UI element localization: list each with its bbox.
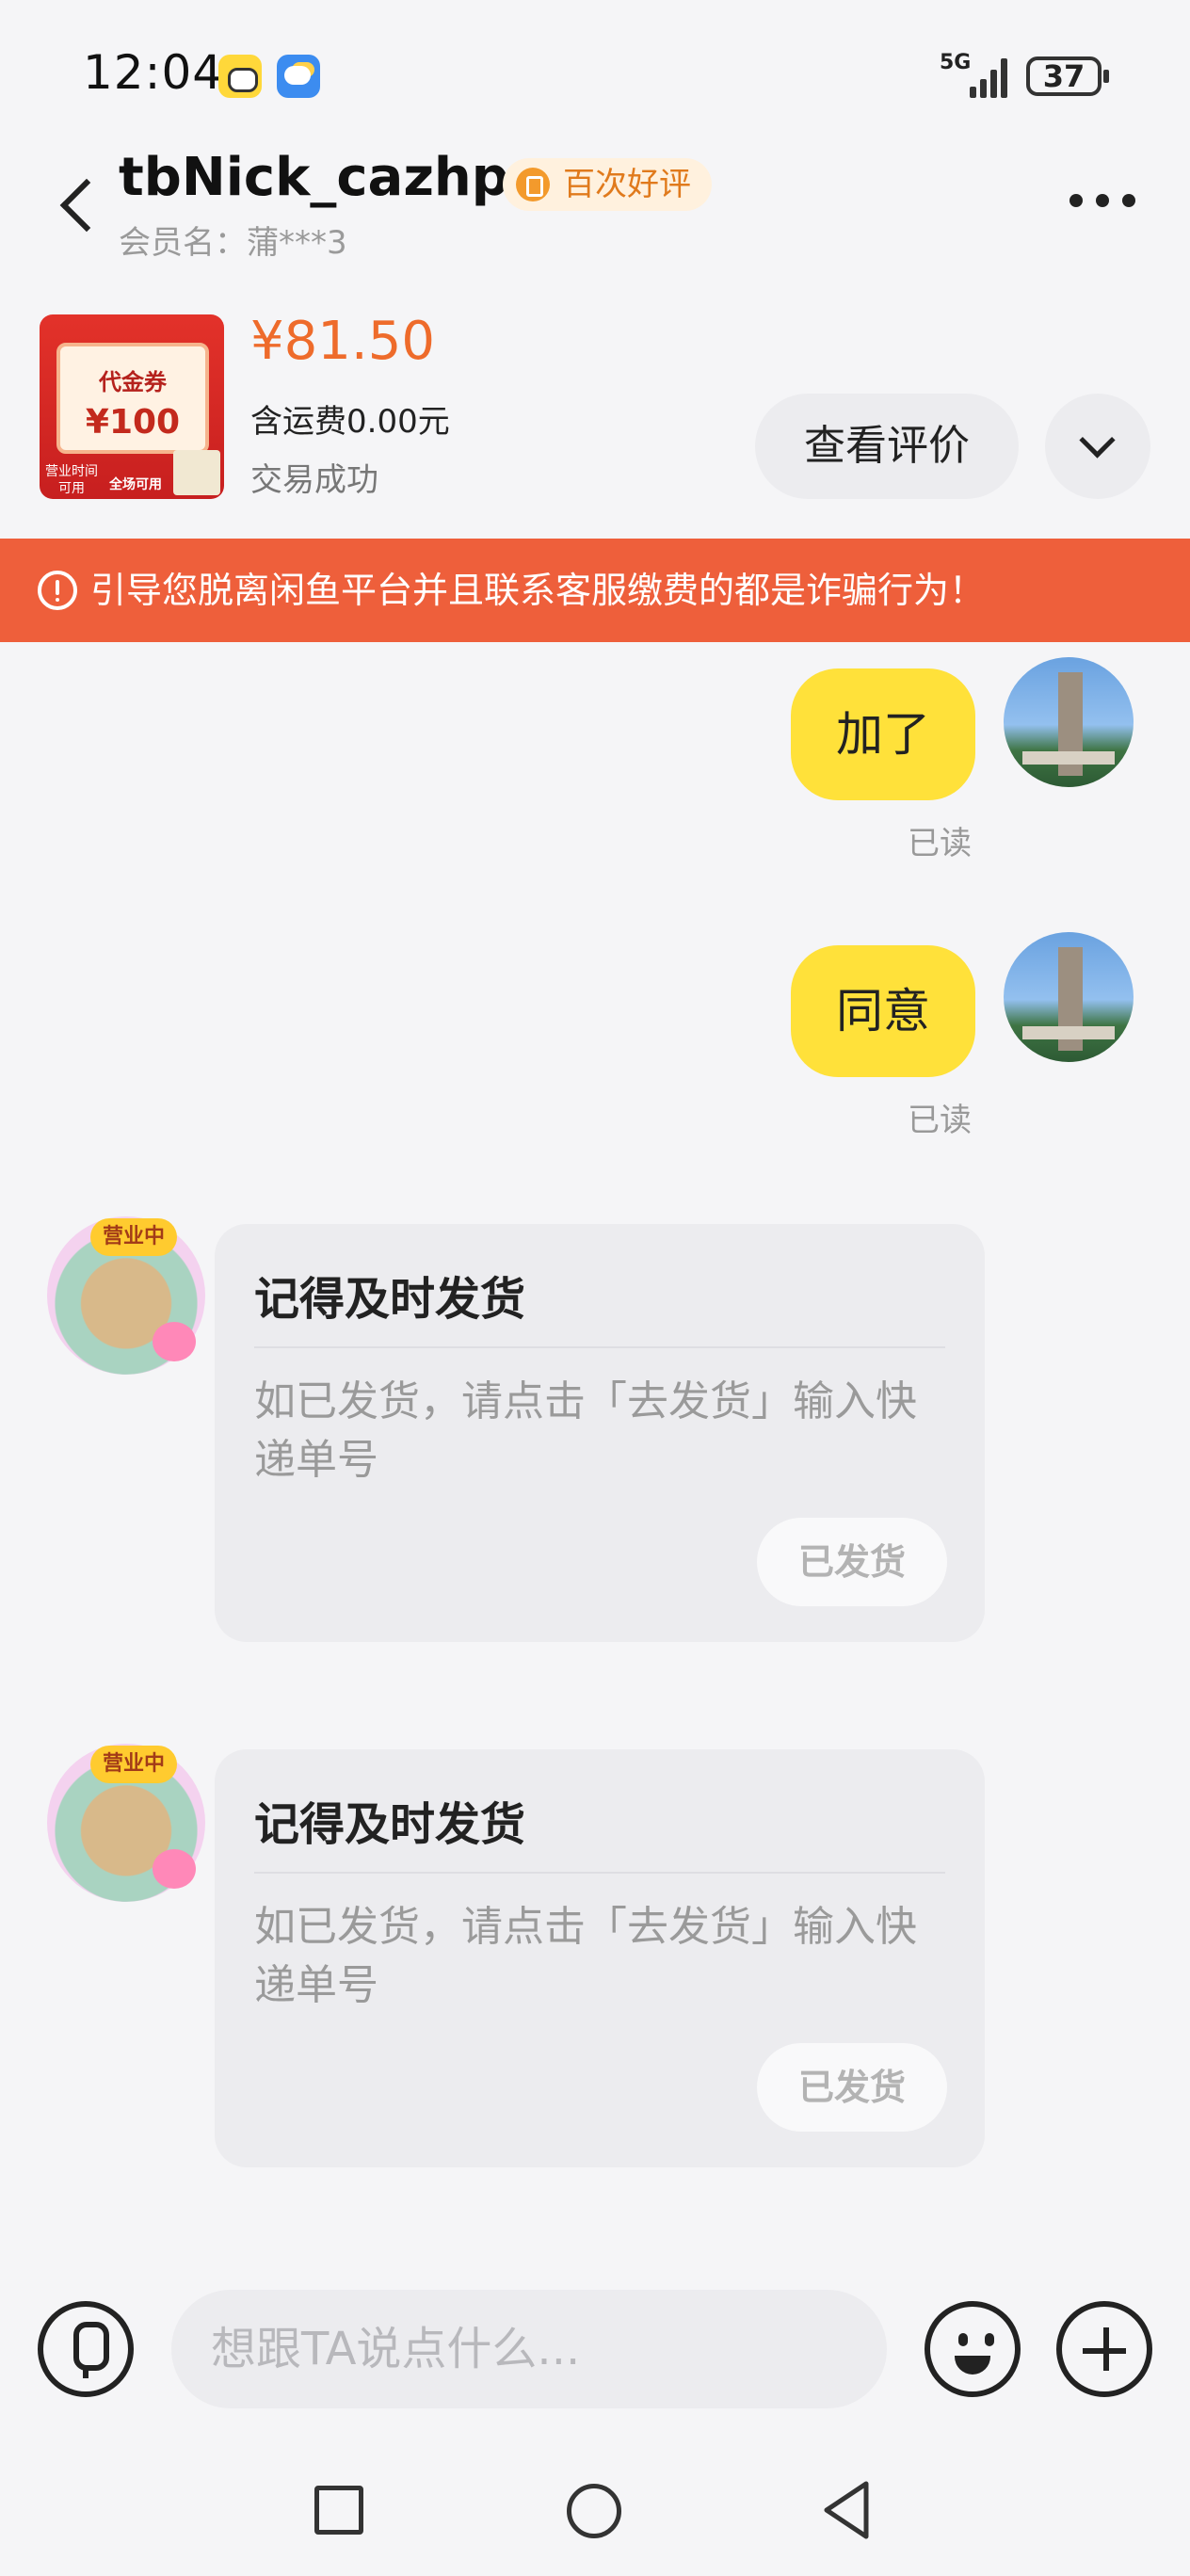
shipped-button[interactable]: 已发货 [757, 2043, 947, 2132]
warning-icon [38, 571, 77, 610]
back-nav-icon[interactable] [821, 2480, 874, 2540]
mascot-icon [153, 1322, 196, 1361]
status-bar: 12:04 5G 37 [0, 0, 1190, 151]
status-time: 12:04 [83, 45, 224, 100]
card-body: 如已发货，请点击「去发货」输入快递单号 [254, 1903, 917, 2009]
coupon-value: ¥100 [85, 403, 181, 442]
message-input[interactable] [171, 2290, 887, 2408]
sent-message-bubble[interactable]: 同意 [791, 945, 975, 1077]
thumb-tag-all: 全场可用 [109, 477, 162, 492]
fraud-warning-banner: 引导您脱离闲鱼平台并且联系客服缴费的都是诈骗行为！ [0, 539, 1190, 642]
card-body: 如已发货，请点击「去发货」输入快递单号 [254, 1377, 917, 1484]
warning-text: 引导您脱离闲鱼平台并且联系客服缴费的都是诈骗行为！ [90, 570, 986, 611]
card-title: 记得及时发货 [254, 1273, 526, 1326]
shipping-reminder-card: 记得及时发货 如已发货，请点击「去发货」输入快递单号 已发货 [215, 1749, 985, 2167]
weather-icon [277, 55, 320, 98]
back-button[interactable] [53, 166, 109, 241]
member-name: 会员名：蒲***3 [119, 224, 347, 262]
emoji-icon[interactable] [925, 2301, 1021, 2397]
home-icon[interactable] [567, 2484, 621, 2538]
shipped-button[interactable]: 已发货 [757, 1518, 947, 1606]
read-status: 已读 [908, 1102, 972, 1139]
product-price: ¥81.50 [250, 311, 435, 372]
shop-avatar[interactable]: 营业中 [47, 1216, 205, 1375]
shipping-reminder-card: 记得及时发货 如已发货，请点击「去发货」输入快递单号 已发货 [215, 1224, 985, 1642]
badge-label: 百次好评 [563, 166, 691, 203]
more-options-icon[interactable] [1064, 188, 1139, 217]
chevron-down-icon[interactable] [1045, 394, 1150, 499]
coupon-title: 代金券 [99, 369, 167, 395]
shop-open-tag: 营业中 [90, 1218, 177, 1256]
read-status: 已读 [908, 825, 972, 862]
mascot-icon [153, 1849, 196, 1889]
plus-icon[interactable] [1056, 2301, 1152, 2397]
card-title: 记得及时发货 [254, 1798, 526, 1851]
reputation-badge: 百次好评 [503, 158, 712, 211]
my-avatar[interactable] [1004, 657, 1134, 787]
microphone-icon[interactable] [38, 2301, 134, 2397]
view-review-button[interactable]: 查看评价 [755, 394, 1019, 499]
coupon-graphic: 代金券 ¥100 [56, 343, 209, 454]
trade-status: 交易成功 [250, 461, 378, 499]
signal-icon [970, 56, 1009, 98]
thumb-tag-hours: 营业时间可用 [45, 464, 98, 496]
battery-icon: 37 [1026, 56, 1109, 96]
card-divider [254, 1872, 945, 1874]
sent-message-bubble[interactable]: 加了 [791, 668, 975, 800]
thumb-sticker [173, 450, 220, 495]
shop-open-tag: 营业中 [90, 1746, 177, 1783]
card-divider [254, 1346, 945, 1348]
product-thumbnail[interactable]: 代金券 ¥100 营业时间可用 全场可用 [40, 314, 224, 499]
shipping-fee: 含运费0.00元 [250, 403, 450, 441]
recent-apps-icon[interactable] [314, 2486, 363, 2535]
chat-username: tbNick_cazhp [119, 147, 509, 208]
app-notification-icon [218, 55, 262, 98]
badge-icon [516, 168, 550, 201]
network-type: 5G [940, 51, 972, 74]
my-avatar[interactable] [1004, 932, 1134, 1062]
shop-avatar[interactable]: 营业中 [47, 1744, 205, 1902]
